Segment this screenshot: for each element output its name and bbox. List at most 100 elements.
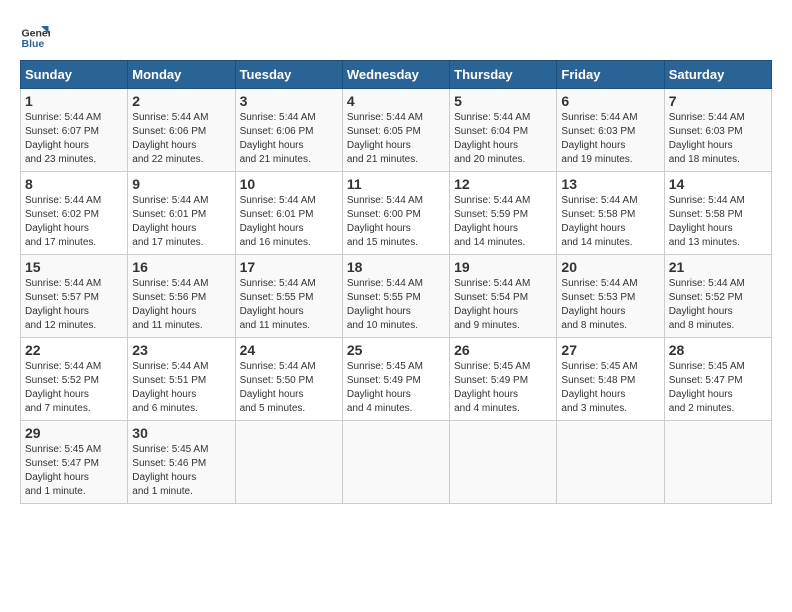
weekday-friday: Friday bbox=[557, 61, 664, 89]
day-number: 23 bbox=[132, 342, 230, 358]
day-info: Sunrise: 5:44 AM Sunset: 5:54 PM Dayligh… bbox=[454, 277, 552, 333]
day-number: 1 bbox=[25, 93, 123, 109]
weekday-row: SundayMondayTuesdayWednesdayThursdayFrid… bbox=[21, 61, 772, 89]
logo-icon: General Blue bbox=[20, 20, 50, 50]
day-number: 2 bbox=[132, 93, 230, 109]
day-number: 24 bbox=[240, 342, 338, 358]
day-info: Sunrise: 5:44 AM Sunset: 5:55 PM Dayligh… bbox=[240, 277, 338, 333]
day-info: Sunrise: 5:45 AM Sunset: 5:47 PM Dayligh… bbox=[25, 443, 123, 499]
calendar-cell: 2 Sunrise: 5:44 AM Sunset: 6:06 PM Dayli… bbox=[128, 89, 235, 172]
page-header: General Blue bbox=[20, 20, 772, 50]
day-info: Sunrise: 5:44 AM Sunset: 5:55 PM Dayligh… bbox=[347, 277, 445, 333]
day-info: Sunrise: 5:45 AM Sunset: 5:49 PM Dayligh… bbox=[454, 360, 552, 416]
day-info: Sunrise: 5:44 AM Sunset: 6:07 PM Dayligh… bbox=[25, 111, 123, 167]
day-info: Sunrise: 5:44 AM Sunset: 5:50 PM Dayligh… bbox=[240, 360, 338, 416]
day-number: 12 bbox=[454, 176, 552, 192]
day-info: Sunrise: 5:44 AM Sunset: 6:06 PM Dayligh… bbox=[240, 111, 338, 167]
day-number: 4 bbox=[347, 93, 445, 109]
calendar-header: SundayMondayTuesdayWednesdayThursdayFrid… bbox=[21, 61, 772, 89]
weekday-sunday: Sunday bbox=[21, 61, 128, 89]
calendar-cell: 16 Sunrise: 5:44 AM Sunset: 5:56 PM Dayl… bbox=[128, 255, 235, 338]
calendar-cell bbox=[450, 421, 557, 504]
calendar-cell: 28 Sunrise: 5:45 AM Sunset: 5:47 PM Dayl… bbox=[664, 338, 771, 421]
week-row: 15 Sunrise: 5:44 AM Sunset: 5:57 PM Dayl… bbox=[21, 255, 772, 338]
day-info: Sunrise: 5:44 AM Sunset: 5:57 PM Dayligh… bbox=[25, 277, 123, 333]
day-number: 21 bbox=[669, 259, 767, 275]
calendar-cell: 13 Sunrise: 5:44 AM Sunset: 5:58 PM Dayl… bbox=[557, 172, 664, 255]
calendar-cell: 15 Sunrise: 5:44 AM Sunset: 5:57 PM Dayl… bbox=[21, 255, 128, 338]
calendar-cell: 26 Sunrise: 5:45 AM Sunset: 5:49 PM Dayl… bbox=[450, 338, 557, 421]
logo: General Blue bbox=[20, 20, 54, 50]
day-info: Sunrise: 5:44 AM Sunset: 5:53 PM Dayligh… bbox=[561, 277, 659, 333]
day-number: 30 bbox=[132, 425, 230, 441]
week-row: 1 Sunrise: 5:44 AM Sunset: 6:07 PM Dayli… bbox=[21, 89, 772, 172]
day-number: 9 bbox=[132, 176, 230, 192]
day-number: 20 bbox=[561, 259, 659, 275]
day-number: 28 bbox=[669, 342, 767, 358]
day-info: Sunrise: 5:45 AM Sunset: 5:48 PM Dayligh… bbox=[561, 360, 659, 416]
calendar-cell: 11 Sunrise: 5:44 AM Sunset: 6:00 PM Dayl… bbox=[342, 172, 449, 255]
weekday-wednesday: Wednesday bbox=[342, 61, 449, 89]
calendar-cell bbox=[235, 421, 342, 504]
week-row: 8 Sunrise: 5:44 AM Sunset: 6:02 PM Dayli… bbox=[21, 172, 772, 255]
day-info: Sunrise: 5:44 AM Sunset: 6:02 PM Dayligh… bbox=[25, 194, 123, 250]
day-number: 19 bbox=[454, 259, 552, 275]
calendar-cell bbox=[664, 421, 771, 504]
calendar-cell: 27 Sunrise: 5:45 AM Sunset: 5:48 PM Dayl… bbox=[557, 338, 664, 421]
day-number: 16 bbox=[132, 259, 230, 275]
weekday-thursday: Thursday bbox=[450, 61, 557, 89]
day-info: Sunrise: 5:44 AM Sunset: 6:03 PM Dayligh… bbox=[669, 111, 767, 167]
day-info: Sunrise: 5:44 AM Sunset: 5:56 PM Dayligh… bbox=[132, 277, 230, 333]
calendar-cell: 5 Sunrise: 5:44 AM Sunset: 6:04 PM Dayli… bbox=[450, 89, 557, 172]
week-row: 29 Sunrise: 5:45 AM Sunset: 5:47 PM Dayl… bbox=[21, 421, 772, 504]
day-info: Sunrise: 5:44 AM Sunset: 5:58 PM Dayligh… bbox=[561, 194, 659, 250]
calendar-cell: 9 Sunrise: 5:44 AM Sunset: 6:01 PM Dayli… bbox=[128, 172, 235, 255]
calendar-table: SundayMondayTuesdayWednesdayThursdayFrid… bbox=[20, 60, 772, 504]
calendar-cell: 20 Sunrise: 5:44 AM Sunset: 5:53 PM Dayl… bbox=[557, 255, 664, 338]
calendar-cell: 14 Sunrise: 5:44 AM Sunset: 5:58 PM Dayl… bbox=[664, 172, 771, 255]
day-info: Sunrise: 5:44 AM Sunset: 5:59 PM Dayligh… bbox=[454, 194, 552, 250]
day-number: 18 bbox=[347, 259, 445, 275]
day-number: 26 bbox=[454, 342, 552, 358]
day-info: Sunrise: 5:44 AM Sunset: 5:52 PM Dayligh… bbox=[669, 277, 767, 333]
calendar-cell: 30 Sunrise: 5:45 AM Sunset: 5:46 PM Dayl… bbox=[128, 421, 235, 504]
day-number: 5 bbox=[454, 93, 552, 109]
week-row: 22 Sunrise: 5:44 AM Sunset: 5:52 PM Dayl… bbox=[21, 338, 772, 421]
day-number: 15 bbox=[25, 259, 123, 275]
day-info: Sunrise: 5:45 AM Sunset: 5:49 PM Dayligh… bbox=[347, 360, 445, 416]
day-info: Sunrise: 5:44 AM Sunset: 6:01 PM Dayligh… bbox=[132, 194, 230, 250]
calendar-cell: 8 Sunrise: 5:44 AM Sunset: 6:02 PM Dayli… bbox=[21, 172, 128, 255]
calendar-cell: 17 Sunrise: 5:44 AM Sunset: 5:55 PM Dayl… bbox=[235, 255, 342, 338]
day-number: 11 bbox=[347, 176, 445, 192]
day-number: 6 bbox=[561, 93, 659, 109]
day-info: Sunrise: 5:45 AM Sunset: 5:46 PM Dayligh… bbox=[132, 443, 230, 499]
weekday-monday: Monday bbox=[128, 61, 235, 89]
calendar-cell: 25 Sunrise: 5:45 AM Sunset: 5:49 PM Dayl… bbox=[342, 338, 449, 421]
calendar-cell: 22 Sunrise: 5:44 AM Sunset: 5:52 PM Dayl… bbox=[21, 338, 128, 421]
calendar-cell: 12 Sunrise: 5:44 AM Sunset: 5:59 PM Dayl… bbox=[450, 172, 557, 255]
day-number: 3 bbox=[240, 93, 338, 109]
calendar-cell: 3 Sunrise: 5:44 AM Sunset: 6:06 PM Dayli… bbox=[235, 89, 342, 172]
calendar-cell: 24 Sunrise: 5:44 AM Sunset: 5:50 PM Dayl… bbox=[235, 338, 342, 421]
calendar-cell bbox=[557, 421, 664, 504]
calendar-cell: 1 Sunrise: 5:44 AM Sunset: 6:07 PM Dayli… bbox=[21, 89, 128, 172]
calendar-cell: 29 Sunrise: 5:45 AM Sunset: 5:47 PM Dayl… bbox=[21, 421, 128, 504]
day-info: Sunrise: 5:45 AM Sunset: 5:47 PM Dayligh… bbox=[669, 360, 767, 416]
day-info: Sunrise: 5:44 AM Sunset: 6:05 PM Dayligh… bbox=[347, 111, 445, 167]
day-info: Sunrise: 5:44 AM Sunset: 6:00 PM Dayligh… bbox=[347, 194, 445, 250]
day-info: Sunrise: 5:44 AM Sunset: 5:51 PM Dayligh… bbox=[132, 360, 230, 416]
day-number: 25 bbox=[347, 342, 445, 358]
calendar-cell bbox=[342, 421, 449, 504]
day-info: Sunrise: 5:44 AM Sunset: 5:52 PM Dayligh… bbox=[25, 360, 123, 416]
day-number: 22 bbox=[25, 342, 123, 358]
day-number: 27 bbox=[561, 342, 659, 358]
weekday-saturday: Saturday bbox=[664, 61, 771, 89]
weekday-tuesday: Tuesday bbox=[235, 61, 342, 89]
calendar-cell: 19 Sunrise: 5:44 AM Sunset: 5:54 PM Dayl… bbox=[450, 255, 557, 338]
day-number: 10 bbox=[240, 176, 338, 192]
day-number: 29 bbox=[25, 425, 123, 441]
day-info: Sunrise: 5:44 AM Sunset: 6:04 PM Dayligh… bbox=[454, 111, 552, 167]
calendar-body: 1 Sunrise: 5:44 AM Sunset: 6:07 PM Dayli… bbox=[21, 89, 772, 504]
calendar-cell: 21 Sunrise: 5:44 AM Sunset: 5:52 PM Dayl… bbox=[664, 255, 771, 338]
calendar-cell: 23 Sunrise: 5:44 AM Sunset: 5:51 PM Dayl… bbox=[128, 338, 235, 421]
